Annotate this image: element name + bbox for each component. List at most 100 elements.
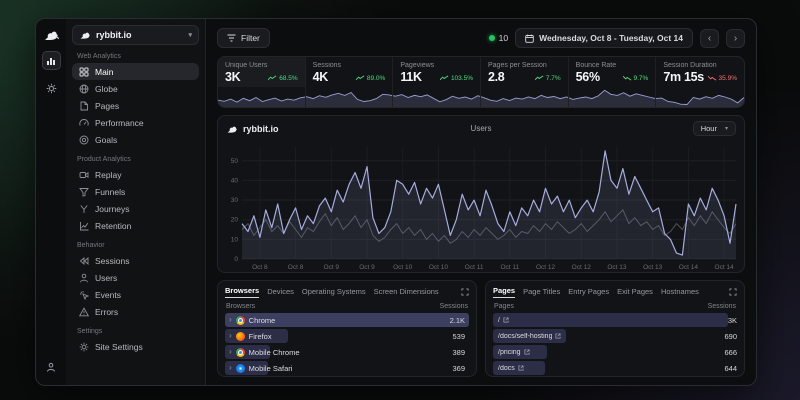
sidebar-item-journeys[interactable]: Journeys [72,200,199,217]
session-count: 2.1K [450,316,465,325]
next-period-button[interactable]: › [726,29,745,48]
icon-rail [36,19,66,385]
table-row[interactable]: /docs/self-hosting 690 [493,329,737,343]
external-link-icon[interactable] [518,365,524,371]
table-row[interactable]: ›Firefox539 [225,329,469,343]
column-sessions: Sessions [708,303,736,310]
sidebar-item-pages[interactable]: Pages [72,97,199,114]
sidebar-item-errors[interactable]: Errors [72,303,199,320]
sidebar-item-events[interactable]: Events [72,286,199,303]
session-count: 369 [452,364,465,373]
external-link-icon[interactable] [503,317,509,323]
chevron-right-icon[interactable]: › [229,316,232,324]
date-range-button[interactable]: Wednesday, Oct 8 - Tuesday, Oct 14 [515,28,693,48]
funnel-icon [79,187,89,197]
gear-rail-icon[interactable] [42,79,61,98]
tab-screen-dimensions[interactable]: Screen Dimensions [374,287,439,298]
session-count: 644 [724,364,737,373]
table-row[interactable]: /pricing 666 [493,345,737,359]
sidebar-item-users[interactable]: Users [72,269,199,286]
firefox-icon [236,332,245,341]
external-link-icon[interactable] [524,349,530,355]
sidebar-item-main[interactable]: Main [72,63,199,80]
svg-text:50: 50 [231,158,239,165]
sidebar-item-label: Journeys [95,204,130,214]
table-row[interactable]: ›Mobile Chrome389 [225,345,469,359]
trend-badge: 7.7% [535,75,561,82]
stat-pages-per-session[interactable]: Pages per Session 2.8 7.7% [481,57,569,87]
sidebar-item-retention[interactable]: Retention [72,217,199,234]
tab-operating-systems[interactable]: Operating Systems [302,287,366,298]
sidebar-item-performance[interactable]: Performance [72,114,199,131]
sidebar-item-goals[interactable]: Goals [72,131,199,148]
browsers-tabs: Browsers Devices Operating Systems Scree… [225,286,469,298]
sidebar-item-site-settings[interactable]: Site Settings [72,338,199,355]
sidebar-item-label: Globe [95,84,118,94]
tab-browsers[interactable]: Browsers [225,286,259,298]
stat-value: 4K [313,70,328,84]
svg-text:30: 30 [231,197,239,204]
svg-text:Oct 12: Oct 12 [572,264,592,271]
stat-session-duration[interactable]: Session Duration 7m 15s 35.9% [656,57,744,87]
section-label-behavior: Behavior [77,242,194,249]
sidebar-item-label: Site Settings [95,342,143,352]
sidebar-item-replay[interactable]: Replay [72,166,199,183]
chevron-right-icon[interactable]: › [229,364,232,372]
sidebar-item-label: Main [95,67,113,77]
tab-page-titles[interactable]: Page Titles [523,287,560,298]
tab-entry-pages[interactable]: Entry Pages [568,287,609,298]
chart-header: rybbit.io Users Hour ▾ [218,116,744,141]
interval-select[interactable]: Hour ▾ [693,121,736,136]
stat-label: Unique Users [225,62,298,69]
sidebar-item-label: Retention [95,221,131,231]
chevron-down-icon: ▾ [188,31,192,39]
chevron-right-icon[interactable]: › [229,348,232,356]
filter-label: Filter [241,33,260,43]
video-camera-icon [79,170,89,180]
sidebar-item-label: Events [95,290,121,300]
filter-button[interactable]: Filter [217,28,270,48]
sidebar-item-label: Replay [95,170,121,180]
session-bar: / [493,313,728,327]
chevron-right-icon[interactable]: › [229,332,232,340]
interval-value: Hour [701,124,717,133]
bottom-panels: Browsers Devices Operating Systems Scree… [217,280,745,377]
chart-line-icon [79,221,89,231]
warning-triangle-icon [79,307,89,317]
sparkline-dividers [218,87,744,107]
external-link-icon[interactable] [555,333,561,339]
sidebar-item-sessions[interactable]: Sessions [72,252,199,269]
tab-exit-pages[interactable]: Exit Pages [617,287,653,298]
sidebar-item-label: Users [95,273,117,283]
stat-value: 2.8 [488,70,504,84]
pages-panel: Pages Page Titles Entry Pages Exit Pages… [485,280,745,377]
sidebar-item-label: Performance [95,118,144,128]
session-count: 389 [452,348,465,357]
table-row[interactable]: / 3K [493,313,737,327]
stat-unique-users[interactable]: Unique Users 3K 68.5% [218,57,306,87]
expand-icon[interactable] [461,288,469,296]
expand-icon[interactable] [729,288,737,296]
sidebar-item-globe[interactable]: Globe [72,80,199,97]
prev-period-button[interactable]: ‹ [700,29,719,48]
table-row[interactable]: ›Chrome2.1K [225,313,469,327]
site-selector[interactable]: rybbit.io ▾ [72,25,199,45]
stat-bounce-rate[interactable]: Bounce Rate 56% 9.7% [569,57,657,87]
tab-pages[interactable]: Pages [493,286,515,298]
user-account-icon[interactable] [42,357,61,376]
tab-hostnames[interactable]: Hostnames [661,287,699,298]
analytics-rail-button[interactable] [42,51,61,70]
stat-sessions[interactable]: Sessions 4K 89.0% [306,57,394,87]
table-row[interactable]: /docs 644 [493,361,737,375]
trend-badge: 103.5% [440,75,473,82]
stat-pageviews[interactable]: Pageviews 11K 103.5% [393,57,481,87]
chevron-right-icon: › [734,33,737,44]
rybbit-logo-icon[interactable] [43,28,59,42]
live-visitors[interactable]: 10 [489,33,508,43]
tab-devices[interactable]: Devices [267,287,294,298]
stat-value: 3K [225,70,240,84]
sidebar-item-funnels[interactable]: Funnels [72,183,199,200]
table-row[interactable]: ›Mobile Safari369 [225,361,469,375]
trend-badge: 68.5% [268,75,297,82]
app-window: rybbit.io ▾ Web Analytics Main Globe Pag… [35,18,757,386]
